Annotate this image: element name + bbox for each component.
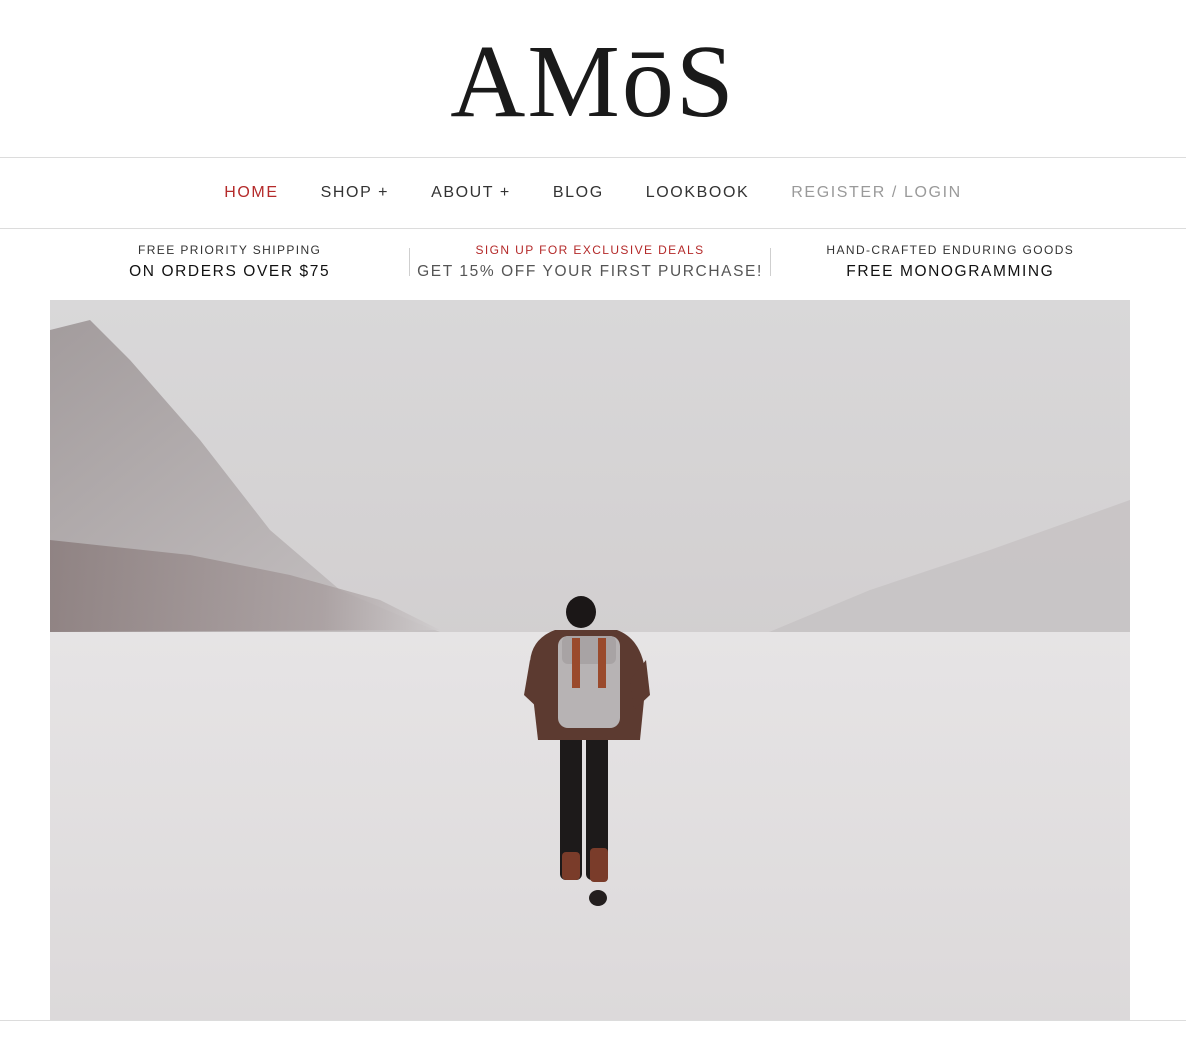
nav-home[interactable]: HOME xyxy=(224,184,278,202)
promo-signup-title: SIGN UP FOR EXCLUSIVE DEALS xyxy=(475,243,705,257)
nav-register-login[interactable]: REGISTER / LOGIN xyxy=(791,184,962,202)
nav-divider xyxy=(0,228,1186,229)
promo-signup[interactable]: SIGN UP FOR EXCLUSIVE DEALS GET 15% OFF … xyxy=(410,236,769,288)
nav-blog[interactable]: BLOG xyxy=(553,184,604,202)
promo-shipping[interactable]: FREE PRIORITY SHIPPING ON ORDERS OVER $7… xyxy=(50,236,409,288)
hero-illustration xyxy=(50,300,1130,1020)
footer-divider xyxy=(0,1020,1186,1021)
nav-about[interactable]: ABOUT + xyxy=(431,184,511,202)
page: AMōS HOME SHOP + ABOUT + BLOG LOOKBOOK R… xyxy=(0,0,1186,1044)
promo-signup-detail: GET 15% OFF YOUR FIRST PURCHASE! xyxy=(417,263,763,280)
promo-shipping-title: FREE PRIORITY SHIPPING xyxy=(138,243,322,257)
promo-monogram-title: HAND-CRAFTED ENDURING GOODS xyxy=(826,243,1075,257)
main-nav: HOME SHOP + ABOUT + BLOG LOOKBOOK REGIST… xyxy=(0,158,1186,228)
promo-shipping-detail: ON ORDERS OVER $75 xyxy=(129,263,331,280)
nav-lookbook[interactable]: LOOKBOOK xyxy=(646,184,750,202)
nav-shop[interactable]: SHOP + xyxy=(321,184,389,202)
promo-monogram-detail: FREE MONOGRAMMING xyxy=(846,263,1055,280)
header: AMōS xyxy=(0,0,1186,157)
brand-logo[interactable]: AMōS xyxy=(450,29,735,134)
promo-strip: FREE PRIORITY SHIPPING ON ORDERS OVER $7… xyxy=(50,236,1130,288)
hero-image xyxy=(50,300,1130,1020)
promo-monogram[interactable]: HAND-CRAFTED ENDURING GOODS FREE MONOGRA… xyxy=(771,236,1130,288)
